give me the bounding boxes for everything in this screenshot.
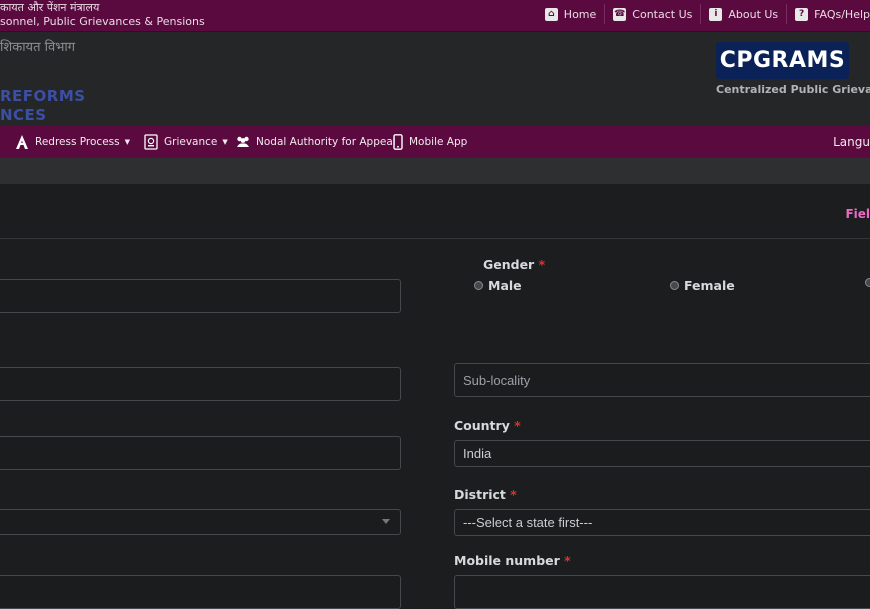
nav-mobile-app[interactable]: Mobile App [392, 126, 467, 158]
sublocality-input[interactable]: Sub-locality [454, 363, 870, 397]
main-nav: Redress Process ▼ Grievance ▼ Nodal Auth… [0, 126, 870, 158]
home-icon: ⌂ [544, 7, 558, 21]
gender-female-radio[interactable]: Female [670, 278, 735, 293]
address-input[interactable] [0, 367, 401, 401]
breadcrumb-strip [0, 158, 870, 184]
redress-icon [14, 134, 30, 150]
nav-grievance-label: Grievance [164, 136, 218, 148]
nav-nodal-authority[interactable]: Nodal Authority for Appeal [235, 126, 396, 158]
country-label-text: Country [454, 418, 510, 433]
about-us-link[interactable]: i About Us [701, 4, 788, 24]
country-select[interactable]: India [454, 440, 870, 467]
district-value: ---Select a state first--- [463, 515, 593, 530]
district-label: District * [454, 487, 517, 502]
state-select[interactable] [0, 509, 401, 535]
country-label: Country * [454, 418, 521, 433]
nav-grievance[interactable]: Grievance ▼ [143, 126, 228, 158]
grievance-icon [143, 134, 159, 150]
gender-female-label: Female [684, 278, 735, 293]
home-link[interactable]: ⌂ Home [537, 4, 606, 24]
country-value: India [463, 446, 492, 461]
form-divider [0, 238, 870, 239]
sublocality-placeholder: Sub-locality [463, 372, 531, 388]
gender-label-text: Gender [483, 257, 535, 272]
district-select[interactable]: ---Select a state first--- [454, 509, 870, 536]
top-links: ⌂ Home ☎ Contact Us i About Us ? FAQs/He… [537, 4, 870, 24]
radio-circle-icon [670, 281, 679, 290]
ministry-hindi: कायत और पेंशन मंत्रालय [0, 1, 100, 14]
chevron-down-icon [382, 519, 390, 524]
faqs-help-link[interactable]: ? FAQs/Help [787, 4, 870, 24]
department-name-line1: REFORMS [0, 87, 86, 105]
required-mark: * [514, 418, 521, 433]
pincode-input[interactable] [0, 575, 401, 609]
gender-other-radio[interactable] [865, 278, 870, 287]
district-label-text: District [454, 487, 506, 502]
top-bar: कायत और पेंशन मंत्रालय sonnel, Public Gr… [0, 0, 870, 32]
users-icon [235, 134, 251, 150]
phone-icon: ☎ [613, 7, 627, 21]
home-link-label: Home [563, 7, 597, 21]
department-hindi: शिकायत विभाग [0, 40, 76, 55]
fields-mandatory-note: Fiel [845, 207, 870, 221]
gender-label: Gender * [483, 257, 545, 272]
contact-us-link-label: Contact Us [632, 7, 693, 21]
chevron-down-icon: ▼ [222, 138, 228, 146]
gender-male-label: Male [488, 278, 522, 293]
name-input[interactable] [0, 279, 401, 313]
chevron-down-icon: ▼ [124, 138, 130, 146]
required-mark: * [564, 553, 571, 568]
department-name: REFORMS NCES [0, 87, 86, 125]
radio-circle-icon [474, 281, 483, 290]
mobile-number-input[interactable] [454, 575, 870, 609]
radio-circle-icon [865, 278, 870, 287]
gender-male-radio[interactable]: Male [474, 278, 522, 293]
mobile-number-label-text: Mobile number [454, 553, 560, 568]
department-name-line2: NCES [0, 106, 47, 124]
ministry-english: sonnel, Public Grievances & Pensions [0, 15, 205, 28]
question-icon: ? [795, 7, 809, 21]
mobile-icon [392, 134, 404, 150]
faqs-help-link-label: FAQs/Help [814, 7, 870, 21]
site-header: शिकायत विभाग REFORMS NCES CPGRAMS Centra… [0, 32, 870, 126]
language-selector[interactable]: Langu [833, 126, 870, 158]
mobile-number-label: Mobile number * [454, 553, 571, 568]
info-icon: i [709, 7, 723, 21]
nav-redress-process-label: Redress Process [35, 136, 120, 148]
contact-us-link[interactable]: ☎ Contact Us [605, 4, 702, 24]
nav-nodal-authority-label: Nodal Authority for Appeal [256, 136, 396, 148]
about-us-link-label: About Us [728, 7, 779, 21]
nav-mobile-app-label: Mobile App [409, 136, 468, 148]
locality-input[interactable] [0, 436, 401, 470]
cpgrams-logo[interactable]: CPGRAMS [716, 42, 849, 79]
nav-redress-process[interactable]: Redress Process ▼ [14, 126, 130, 158]
required-mark: * [510, 487, 517, 502]
required-mark: * [538, 257, 546, 272]
cpgrams-subtitle: Centralized Public Grievar [716, 83, 870, 96]
